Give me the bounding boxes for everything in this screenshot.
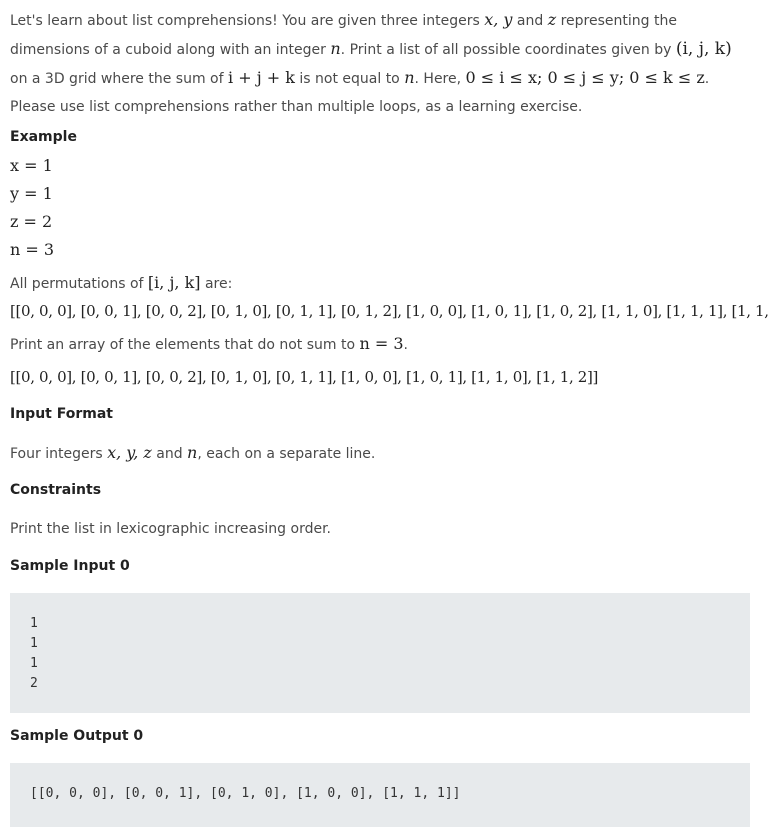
intro-text-2: and [512,13,548,29]
input-format-text-3: , each on a separate line. [197,446,376,462]
intro-math-xy: x, y [484,10,513,29]
intro-math-ijk: (i, j, k) [675,39,732,59]
perm-math-ijk: [i, j, k] [147,273,201,292]
print-instruction: Print an array of the elements that do n… [10,331,408,358]
example-eq-x: x = 1 [10,156,53,175]
intro-math-n2: n [404,68,415,87]
perm-text-1: All permutations of [10,276,148,292]
example-eq-z: z = 2 [10,212,53,231]
sample-output-line: [[0, 0, 0], [0, 0, 1], [0, 1, 0], [1, 0,… [30,786,461,801]
intro-math-bounds: 0 ≤ i ≤ x; 0 ≤ j ≤ y; 0 ≤ k ≤ z [465,68,705,87]
all-perms-value: [[0, 0, 0], [0, 0, 1], [0, 0, 2], [0, 1,… [10,302,770,320]
constraints-heading: Constraints [10,482,102,498]
intro-paragraph: Let's learn about list comprehensions! Y… [10,6,745,121]
sample-input-line: 1 [30,636,38,651]
sample-output-block: [[0, 0, 0], [0, 0, 1], [0, 1, 0], [1, 0,… [10,763,750,827]
all-permutations-list: [[0, 0, 0], [0, 0, 1], [0, 0, 2], [0, 1,… [10,297,770,326]
sample-input-line: 1 [30,656,38,671]
sample-output-heading: Sample Output 0 [10,728,144,744]
input-format-math-xyz: x, y, z [107,443,152,462]
intro-math-z: z [547,10,557,29]
print-end: . [403,337,408,353]
sample-input-block: 1 1 1 2 [10,593,750,713]
sample-input-line: 2 [30,676,38,691]
permutations-label: All permutations of [i, j, k] are: [10,270,232,297]
perm-text-2: are: [200,276,233,292]
example-result-list: [[0, 0, 0], [0, 0, 1], [0, 0, 2], [0, 1,… [10,368,599,386]
input-format-math-n: n [187,443,198,462]
intro-text-5: on a 3D grid where the sum of [10,71,228,87]
print-text: Print an array of the elements that do n… [10,337,360,353]
example-heading: Example [10,129,77,145]
intro-text-4: . Print a list of all possible coordinat… [340,42,676,58]
input-format-text-2: and [151,446,188,462]
intro-text-7: . Here, [414,71,466,87]
sample-input-line: 1 [30,616,38,631]
print-math: n = 3 [359,334,404,353]
constraints-text: Print the list in lexicographic increasi… [10,521,332,537]
example-eq-n: n = 3 [10,240,55,259]
intro-text-1: Let's learn about list comprehensions! Y… [10,13,485,29]
sample-input-heading: Sample Input 0 [10,558,130,574]
input-format-text-1: Four integers [10,446,108,462]
intro-text-6: is not equal to [294,71,405,87]
intro-math-n: n [330,39,341,58]
input-format-text: Four integers x, y, z and n, each on a s… [10,440,375,467]
intro-math-sum: i + j + k [228,68,295,87]
example-eq-y: y = 1 [10,184,53,203]
input-format-heading: Input Format [10,406,113,422]
